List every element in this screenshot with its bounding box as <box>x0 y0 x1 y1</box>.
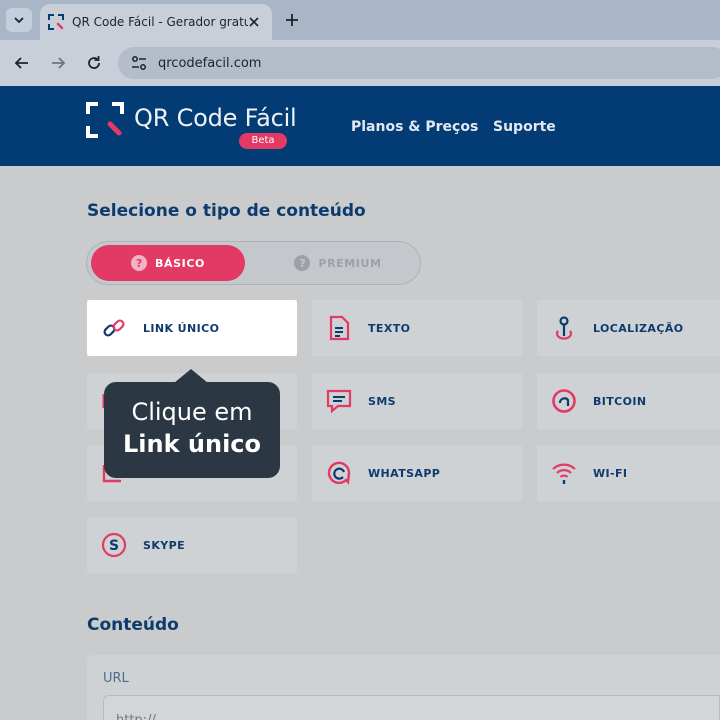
forward-arrow-icon[interactable] <box>48 53 68 73</box>
nav-link-plans[interactable]: Planos & Preços <box>351 119 478 135</box>
card-bitcoin[interactable]: BITCOIN <box>537 373 720 429</box>
question-icon: ? <box>294 255 311 271</box>
content-title: Conteúdo <box>87 615 179 635</box>
card-label: BITCOIN <box>593 394 647 408</box>
card-sms[interactable]: SMS <box>312 373 522 429</box>
card-skype[interactable]: S SKYPE <box>87 517 297 573</box>
whatsapp-icon <box>327 461 351 485</box>
sms-icon <box>326 389 352 414</box>
text-document-icon <box>329 315 350 341</box>
browser-tab[interactable]: QR Code Fácil - Gerador gratuito <box>40 4 272 40</box>
url-input[interactable] <box>103 695 720 720</box>
tooltip-line-2: Link único <box>122 430 262 458</box>
tooltip-line-1: Clique em <box>131 398 253 426</box>
url-label: URL <box>103 671 129 686</box>
tooltip-arrow <box>174 369 208 383</box>
content-type-title: Selecione o tipo de conteúdo <box>87 201 366 221</box>
site-header: QR Code Fácil Beta Planos & Preços Supor… <box>0 86 720 166</box>
site-settings-icon[interactable] <box>130 54 148 72</box>
card-label: WI-FI <box>593 466 628 480</box>
card-label: LOCALIZAÇÃO <box>593 321 684 335</box>
toggle-premium-label: PREMIUM <box>318 256 382 270</box>
svg-text:S: S <box>109 538 119 554</box>
chevron-down-icon <box>14 17 24 24</box>
address-bar[interactable]: qrcodefacil.com <box>118 47 720 79</box>
card-label: TEXTO <box>368 321 411 335</box>
card-label: WHATSAPP <box>368 466 441 480</box>
card-wifi[interactable]: WI-FI <box>537 445 720 501</box>
instruction-tooltip: Clique em Link único <box>104 382 280 478</box>
question-icon: ? <box>131 255 148 271</box>
card-localizacao[interactable]: LOCALIZAÇÃO <box>537 300 720 356</box>
toggle-premium[interactable]: ? PREMIUM <box>263 245 413 281</box>
qr-logo-icon[interactable] <box>86 102 124 138</box>
plan-toggle: ? BÁSICO ? PREMIUM <box>86 241 421 285</box>
logo-text[interactable]: QR Code Fácil <box>134 104 297 132</box>
card-label: LINK ÚNICO <box>143 321 220 335</box>
browser-toolbar: qrcodefacil.com <box>0 40 720 86</box>
beta-badge: Beta <box>239 133 287 149</box>
browser-tab-strip: QR Code Fácil - Gerador gratuito <box>0 0 720 40</box>
location-pin-icon <box>555 316 573 340</box>
card-label: SKYPE <box>143 538 185 552</box>
nav-link-support[interactable]: Suporte <box>493 119 556 135</box>
skype-icon: S <box>101 532 127 558</box>
qr-favicon-icon <box>48 14 64 30</box>
toggle-basic-label: BÁSICO <box>155 256 205 270</box>
back-arrow-icon[interactable] <box>12 53 32 73</box>
close-icon[interactable] <box>246 14 262 30</box>
card-texto[interactable]: TEXTO <box>312 300 522 356</box>
tab-title: QR Code Fácil - Gerador gratuito <box>72 15 248 29</box>
toggle-basic[interactable]: ? BÁSICO <box>91 245 245 281</box>
card-whatsapp[interactable]: WHATSAPP <box>312 445 522 501</box>
content-panel: URL <box>87 655 720 720</box>
new-tab-icon[interactable] <box>282 10 302 30</box>
link-icon <box>103 319 125 337</box>
url-text: qrcodefacil.com <box>158 55 262 71</box>
wifi-icon <box>552 463 576 484</box>
card-label: SMS <box>368 394 396 408</box>
tab-search-button[interactable] <box>6 8 32 32</box>
reload-icon[interactable] <box>84 53 104 73</box>
card-link-unico[interactable]: LINK ÚNICO <box>87 300 297 356</box>
bitcoin-icon <box>552 389 576 413</box>
